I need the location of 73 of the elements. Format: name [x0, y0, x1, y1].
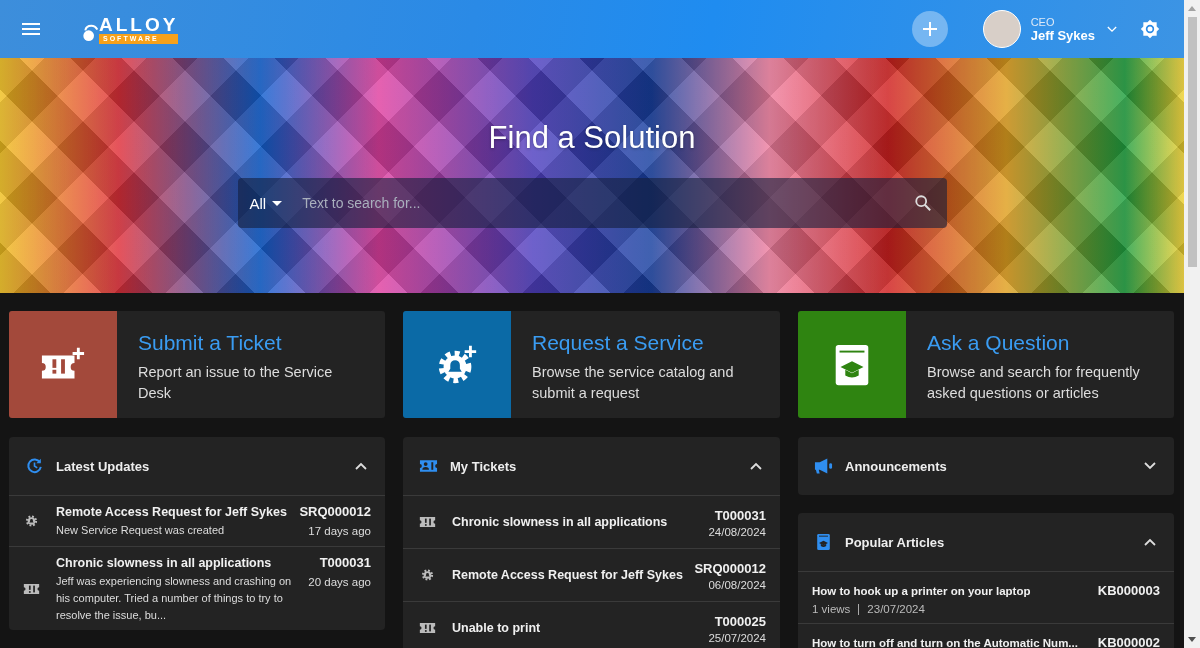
update-detail: Jeff was experiencing slowness and crashing on his computer. Tried a number of things to try to resolve the issue, bu...	[56, 574, 293, 623]
action-card[interactable]: Submit a Ticket Report an issue to the Service Desk	[9, 311, 385, 418]
update-time: 20 days ago	[308, 575, 371, 590]
panel-title: Latest Updates	[56, 458, 151, 474]
panel-title: Announcements	[845, 458, 948, 474]
search-icon[interactable]	[913, 194, 932, 212]
ticket-icon	[23, 581, 40, 596]
tile-title[interactable]: Submit a Ticket	[138, 331, 365, 355]
ticket-title: Unable to print	[452, 620, 542, 637]
menu-icon[interactable]	[22, 23, 40, 35]
hero-title: Find a Solution	[488, 120, 696, 156]
ticket-date: 06/08/2024	[708, 579, 766, 591]
update-title: Chronic slowness in all applications	[56, 555, 272, 572]
search-bar[interactable]: All Text to search for...	[237, 178, 947, 228]
ticket-icon	[419, 621, 436, 635]
avatar[interactable]	[982, 10, 1021, 48]
scroll-up-icon[interactable]	[1188, 6, 1196, 11]
ticket-title: Remote Access Request for Jeff Sykes	[452, 567, 684, 584]
gear-bell-icon	[419, 568, 436, 582]
record-id: KB000003	[1097, 582, 1160, 600]
article-item[interactable]: How to turn off and turn on the Automatic Num... KB000002	[798, 623, 1174, 648]
record-id: KB000002	[1097, 634, 1160, 648]
brightness-icon[interactable]	[1140, 19, 1160, 39]
record-id: T000025	[714, 613, 766, 631]
plus-icon	[921, 21, 938, 37]
chevron-up-icon[interactable]	[355, 462, 367, 470]
ticket-title: Chronic slowness in all applications	[452, 514, 669, 531]
ticket-item[interactable]: Unable to print T000025 25/07/2024	[403, 601, 780, 648]
user-role: CEO	[1030, 15, 1056, 28]
panel-title: Popular Articles	[845, 534, 946, 550]
chevron-down-icon[interactable]	[1144, 462, 1156, 470]
update-item[interactable]: Chronic slowness in all applications T000031 Jeff was experiencing slowness and crashing on his computer. Tried a number of things to try to resolve the issue, bu... 20 days ago	[9, 546, 385, 630]
scope-dropdown[interactable]: All	[249, 194, 283, 212]
article-item[interactable]: How to hook up a printer on your laptop KB000003 1 views 23/07/2024	[798, 571, 1174, 623]
add-button[interactable]	[911, 11, 948, 47]
tile-title[interactable]: Request a Service	[532, 331, 760, 355]
article-title: How to turn off and turn on the Automatic Num...	[812, 636, 1078, 648]
gear-bell-icon	[23, 514, 40, 528]
panel-title: My Tickets	[450, 458, 518, 474]
tile-description: Browse the service catalog and submit a request	[532, 363, 735, 403]
ticket-date: 24/08/2024	[708, 526, 766, 538]
book-icon	[814, 533, 833, 551]
record-id: SRQ000012	[299, 503, 371, 521]
action-card[interactable]: Request a Service Browse the service catalog and submit a request	[403, 311, 780, 418]
record-id: T000031	[714, 507, 766, 525]
ticket-item[interactable]: Chronic slowness in all applications T000031 24/08/2024	[403, 495, 780, 548]
view-count: 1 views	[812, 603, 851, 615]
user-name: Jeff Sykes	[1030, 27, 1095, 43]
history-icon	[25, 457, 44, 475]
article-title: How to hook up a printer on your laptop	[812, 584, 1031, 599]
ticket-item[interactable]: Remote Access Request for Jeff Sykes SRQ000012 06/08/2024	[403, 548, 780, 601]
ticket-person-icon	[419, 457, 438, 475]
update-title: Remote Access Request for Jeff Sykes	[56, 504, 287, 521]
scroll-thumb[interactable]	[1187, 17, 1197, 267]
logo-wordmark: ALLOY	[99, 14, 179, 34]
ticket-icon	[419, 515, 436, 529]
update-item[interactable]: Remote Access Request for Jeff Sykes SRQ000012 New Service Request was created 17 days ago	[9, 495, 385, 546]
ticket-date: 25/07/2024	[708, 632, 766, 644]
tile-description: Report an issue to the Service Desk	[138, 363, 334, 403]
tile-title[interactable]: Ask a Question	[927, 331, 1154, 355]
scrollbar[interactable]	[1184, 0, 1200, 648]
record-id: SRQ000012	[694, 560, 766, 578]
caret-icon	[272, 200, 283, 206]
chevron-up-icon[interactable]	[750, 462, 762, 470]
tile-description: Browse and search for frequently asked questions or articles	[927, 363, 1141, 403]
update-time: 17 days ago	[308, 524, 371, 539]
megaphone-icon	[814, 457, 833, 475]
record-id: T000031	[319, 554, 371, 572]
chevron-up-icon[interactable]	[1144, 538, 1156, 546]
update-detail: New Service Request was created	[56, 523, 225, 538]
action-card[interactable]: Ask a Question Browse and search for frequently asked questions or articles	[798, 311, 1174, 418]
scroll-down-icon[interactable]	[1188, 637, 1196, 642]
article-date: 23/07/2024	[867, 603, 925, 615]
